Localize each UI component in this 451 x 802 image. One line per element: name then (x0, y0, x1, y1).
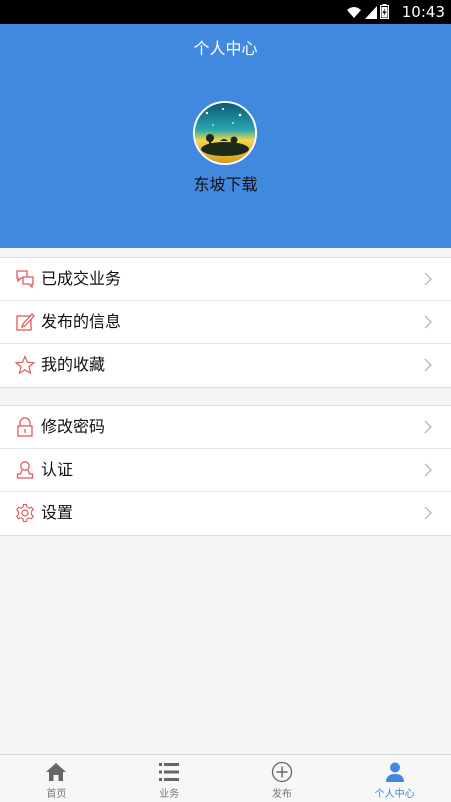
chevron-right-icon (424, 315, 432, 329)
tab-label: 发布 (271, 789, 292, 800)
menu-item-label: 我的收藏 (41, 355, 106, 374)
star-icon (15, 355, 35, 375)
chevron-right-icon (424, 272, 432, 286)
tab-home[interactable]: 首页 (0, 755, 113, 802)
avatar-image (195, 103, 255, 163)
person-icon (385, 762, 404, 782)
menu-item-label: 发布的信息 (41, 312, 122, 331)
profile-header: 个人中心 东坡下载 (0, 24, 451, 248)
bottom-tab-bar: 首页 业务 发布 个人中心 (0, 754, 451, 802)
username: 东坡下载 (193, 175, 258, 194)
status-bar: 10:43 (0, 0, 451, 24)
status-icons (346, 4, 389, 19)
chevron-right-icon (424, 463, 432, 477)
tab-label: 首页 (46, 789, 67, 800)
chat-bubbles-icon (16, 270, 34, 289)
menu-item-completed-deals[interactable]: 已成交业务 (0, 258, 451, 301)
menu-item-settings[interactable]: 设置 (0, 492, 451, 535)
chevron-right-icon (424, 506, 432, 520)
wifi-icon (347, 6, 361, 18)
menu-item-change-password[interactable]: 修改密码 (0, 406, 451, 449)
chevron-right-icon (424, 420, 432, 434)
chevron-right-icon (424, 358, 432, 372)
tab-label: 个人中心 (374, 789, 415, 800)
menu-item-verification[interactable]: 认证 (0, 449, 451, 492)
tab-profile[interactable]: 个人中心 (338, 755, 451, 802)
menu-item-label: 认证 (41, 460, 74, 479)
user-icon (16, 461, 34, 479)
menu-item-label: 修改密码 (41, 417, 106, 436)
signal-icon (365, 5, 377, 19)
menu-item-label: 已成交业务 (41, 269, 122, 288)
avatar[interactable] (193, 101, 257, 165)
lock-icon (17, 417, 33, 437)
edit-icon (16, 313, 35, 331)
menu-group-account: 修改密码 认证 设置 (0, 405, 451, 536)
tab-publish[interactable]: 发布 (226, 755, 339, 802)
gear-icon (16, 503, 34, 523)
status-time: 10:43 (401, 3, 445, 21)
menu-item-label: 设置 (41, 503, 74, 522)
home-icon (46, 763, 67, 781)
list-icon (159, 763, 180, 781)
tab-label: 业务 (159, 789, 180, 800)
plus-circle-icon (271, 761, 293, 783)
page-title: 个人中心 (193, 39, 258, 58)
menu-group-activity: 已成交业务 发布的信息 我的收藏 (0, 257, 451, 388)
battery-icon (380, 4, 389, 19)
menu-item-published-info[interactable]: 发布的信息 (0, 301, 451, 344)
menu-item-favorites[interactable]: 我的收藏 (0, 344, 451, 387)
tab-business[interactable]: 业务 (113, 755, 226, 802)
